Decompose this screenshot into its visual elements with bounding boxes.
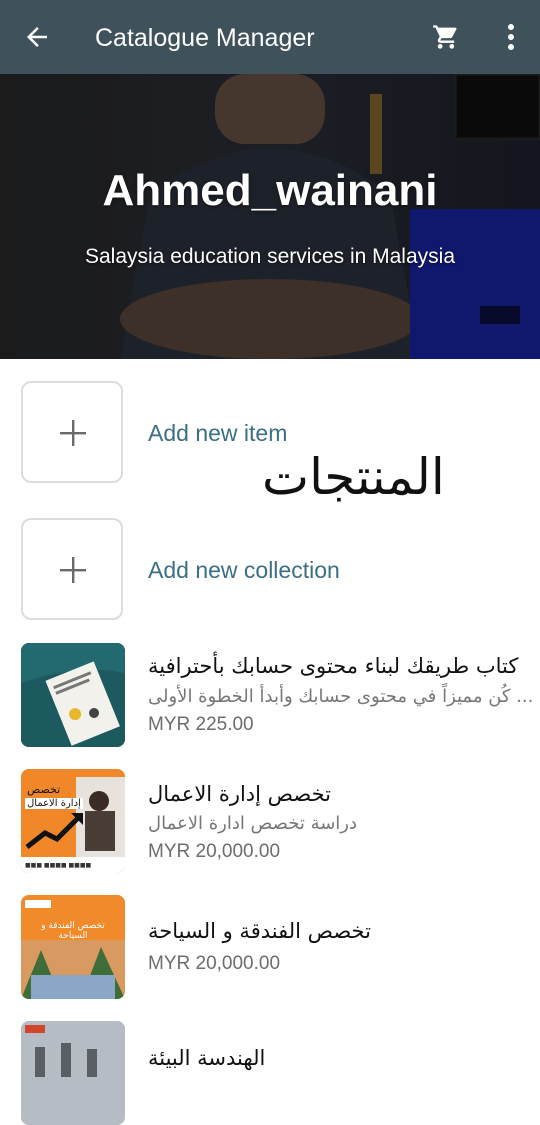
product-price: MYR 20,000.00: [148, 841, 281, 862]
product-description: دراسة تخصص ادارة الاعمال: [148, 813, 358, 834]
product-thumbnail[interactable]: ■■■ ■■■■ ■■■■ تخصص إدارة الاعمال: [21, 769, 125, 873]
add-item-button[interactable]: [21, 381, 123, 483]
product-title[interactable]: تخصص إدارة الاعمال: [148, 782, 331, 806]
product-title[interactable]: تخصص الفندقة و السياحة: [148, 919, 371, 943]
product-description: كُن مميزاً في محتوى حسابك وأبدأ الخطوة ا…: [148, 686, 534, 707]
cart-icon[interactable]: [432, 23, 460, 51]
cover-photo: [0, 74, 540, 359]
engineering-image: [21, 1021, 125, 1125]
thumb-caption: تخصص الفندقة و السياحة: [41, 921, 105, 941]
more-vert-icon[interactable]: [500, 22, 522, 52]
product-thumbnail[interactable]: تخصص الفندقة و السياحة: [21, 895, 125, 999]
handwritten-annotation: المنتجات: [262, 448, 445, 506]
plus-icon: [60, 420, 86, 446]
product-thumbnail[interactable]: [21, 1021, 125, 1125]
product-title[interactable]: كتاب طريقك لبناء محتوى حسابك بأحترافية: [148, 654, 518, 678]
page-title: Catalogue Manager: [95, 24, 315, 52]
svg-text:■■■ ■■■■ ■■■■: ■■■ ■■■■ ■■■■: [25, 862, 92, 869]
app-bar: Catalogue Manager: [0, 0, 540, 74]
product-price: MYR 225.00: [148, 714, 254, 735]
add-collection-label[interactable]: Add new collection: [148, 557, 340, 584]
plus-icon: [60, 557, 86, 583]
thumb-caption: إدارة الاعمال: [25, 798, 83, 809]
profile-description: Salaysia education services in Malaysia: [84, 245, 455, 268]
arrow-back-icon[interactable]: [22, 22, 52, 52]
product-price: MYR 20,000.00: [148, 953, 281, 974]
thumb-caption: تخصص: [27, 783, 61, 796]
hospitality-image: [21, 895, 125, 999]
book-image: [21, 643, 125, 747]
add-collection-button[interactable]: [21, 518, 123, 620]
profile-name: Ahmed_wainani: [102, 166, 438, 215]
product-title[interactable]: الهندسة البيئة: [148, 1046, 265, 1070]
add-item-label[interactable]: Add new item: [148, 420, 287, 447]
product-thumbnail[interactable]: [21, 643, 125, 747]
profile-cover: Ahmed_wainani Salaysia education service…: [0, 74, 540, 359]
